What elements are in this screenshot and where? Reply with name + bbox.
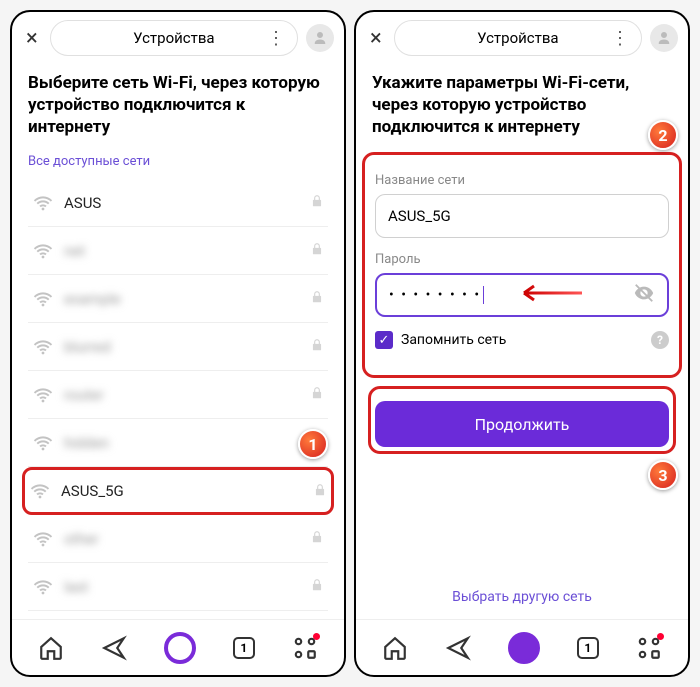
badge-2: 2 bbox=[648, 120, 678, 150]
kebab-icon[interactable]: ⋮ bbox=[267, 28, 285, 49]
home-icon[interactable] bbox=[38, 635, 64, 661]
network-row[interactable]: router bbox=[28, 371, 328, 419]
network-row[interactable]: ASUS bbox=[28, 179, 328, 227]
bottombar: 1 bbox=[356, 619, 688, 675]
wifi-icon bbox=[32, 432, 54, 454]
wifi-icon bbox=[29, 480, 51, 502]
lock-icon bbox=[310, 193, 324, 212]
home-icon[interactable] bbox=[382, 635, 408, 661]
wifi-icon bbox=[32, 336, 54, 358]
phone-right: × Устройства ⋮ Укажите параметры Wi-Fi-с… bbox=[354, 10, 690, 677]
network-name: ASUS_5G bbox=[61, 482, 303, 500]
badge-1: 1 bbox=[298, 429, 328, 459]
form-highlight: Название сети ASUS_5G Пароль • • • • • •… bbox=[362, 152, 682, 378]
lock-icon bbox=[310, 385, 324, 404]
network-row[interactable]: other bbox=[28, 515, 328, 563]
wifi-icon bbox=[32, 384, 54, 406]
lock-icon bbox=[310, 241, 324, 260]
wifi-icon bbox=[32, 288, 54, 310]
tabs-counter[interactable]: 1 bbox=[233, 637, 255, 659]
title-pill[interactable]: Устройства ⋮ bbox=[50, 20, 298, 56]
lock-icon bbox=[310, 337, 324, 356]
help-icon[interactable]: ? bbox=[651, 331, 669, 349]
tabs-counter[interactable]: 1 bbox=[577, 637, 599, 659]
remember-row: ✓ Запомнить сеть ? bbox=[375, 331, 669, 349]
network-name: hidden bbox=[64, 434, 300, 452]
title-pill[interactable]: Устройства ⋮ bbox=[394, 20, 642, 56]
remember-checkbox[interactable]: ✓ bbox=[375, 331, 393, 349]
phone-left: × Устройства ⋮ Выберите сеть Wi-Fi, чере… bbox=[10, 10, 346, 677]
wifi-icon bbox=[32, 576, 54, 598]
page-title: Устройства bbox=[133, 29, 214, 47]
network-row[interactable]: blurred bbox=[28, 323, 328, 371]
network-name: router bbox=[64, 386, 300, 404]
network-name: ASUS bbox=[64, 194, 300, 212]
network-name: other bbox=[64, 530, 300, 548]
bottombar: 1 bbox=[12, 619, 344, 675]
arrow-annotation bbox=[512, 284, 582, 306]
avatar[interactable] bbox=[650, 24, 678, 52]
send-icon[interactable] bbox=[101, 635, 127, 661]
lock-icon bbox=[310, 577, 324, 596]
badge-3: 3 bbox=[648, 460, 678, 490]
alice-icon[interactable] bbox=[164, 632, 196, 664]
wifi-icon bbox=[32, 192, 54, 214]
send-icon[interactable] bbox=[445, 635, 471, 661]
services-icon[interactable] bbox=[636, 635, 662, 661]
network-row[interactable]: hidden bbox=[28, 419, 328, 467]
remember-label: Запомнить сеть bbox=[401, 332, 506, 348]
ssid-label: Название сети bbox=[375, 173, 669, 188]
topbar: × Устройства ⋮ bbox=[12, 12, 344, 64]
wifi-icon bbox=[32, 528, 54, 550]
kebab-icon[interactable]: ⋮ bbox=[611, 28, 629, 49]
alice-icon[interactable] bbox=[508, 632, 540, 664]
password-input[interactable]: • • • • • • • • bbox=[375, 273, 669, 317]
button-highlight: Продолжить bbox=[368, 386, 676, 454]
network-name: example bbox=[64, 290, 300, 308]
network-row[interactable]: ASUS_5G bbox=[22, 467, 334, 515]
network-name: last bbox=[64, 578, 300, 596]
network-name: blurred bbox=[64, 338, 300, 356]
services-icon[interactable] bbox=[292, 635, 318, 661]
wifi-icon bbox=[32, 240, 54, 262]
password-label: Пароль bbox=[375, 252, 669, 267]
network-row[interactable]: example bbox=[28, 275, 328, 323]
lock-icon bbox=[313, 482, 327, 501]
lock-icon bbox=[310, 289, 324, 308]
avatar[interactable] bbox=[306, 24, 334, 52]
topbar: × Устройства ⋮ bbox=[356, 12, 688, 64]
text-cursor bbox=[483, 286, 484, 304]
network-row[interactable]: net bbox=[28, 227, 328, 275]
choose-other-link[interactable]: Выбрать другую сеть bbox=[372, 589, 672, 605]
continue-button[interactable]: Продолжить bbox=[375, 401, 669, 447]
all-networks-link[interactable]: Все доступные сети bbox=[28, 154, 328, 169]
network-row[interactable]: last bbox=[28, 563, 328, 611]
password-value: • • • • • • • • bbox=[389, 287, 481, 303]
network-list: ASUS net example blurred router hidden A… bbox=[28, 179, 328, 611]
lock-icon bbox=[310, 529, 324, 548]
network-name: net bbox=[64, 242, 300, 260]
ssid-value: ASUS_5G bbox=[388, 207, 451, 225]
page-title: Устройства bbox=[477, 29, 558, 47]
close-icon[interactable]: × bbox=[22, 26, 42, 51]
ssid-input[interactable]: ASUS_5G bbox=[375, 194, 669, 238]
heading: Выберите сеть Wi-Fi, через которую устро… bbox=[28, 72, 328, 138]
heading: Укажите параметры Wi-Fi-сети, через кото… bbox=[372, 72, 672, 138]
eye-off-icon[interactable] bbox=[633, 282, 655, 308]
close-icon[interactable]: × bbox=[366, 26, 386, 51]
